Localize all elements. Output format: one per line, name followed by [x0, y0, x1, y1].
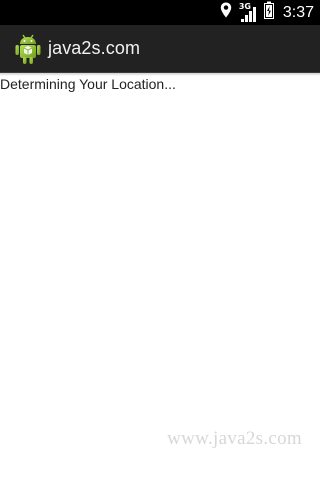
location-pin-icon	[220, 2, 232, 23]
watermark: www.java2s.com	[167, 428, 302, 449]
action-bar: java2s.com	[0, 25, 320, 73]
app-screen: 3G 3:37 java2s.com Determining Your Loca…	[0, 0, 320, 480]
status-icons: 3G 3:37	[220, 0, 314, 25]
action-bar-title: java2s.com	[48, 38, 141, 58]
status-bar: 3G 3:37	[0, 0, 320, 25]
battery-icon	[263, 1, 274, 24]
signal-icon: 3G	[239, 2, 257, 22]
android-icon[interactable]	[14, 33, 42, 65]
status-clock: 3:37	[282, 4, 314, 21]
location-status-text: Determining Your Location...	[0, 76, 176, 92]
